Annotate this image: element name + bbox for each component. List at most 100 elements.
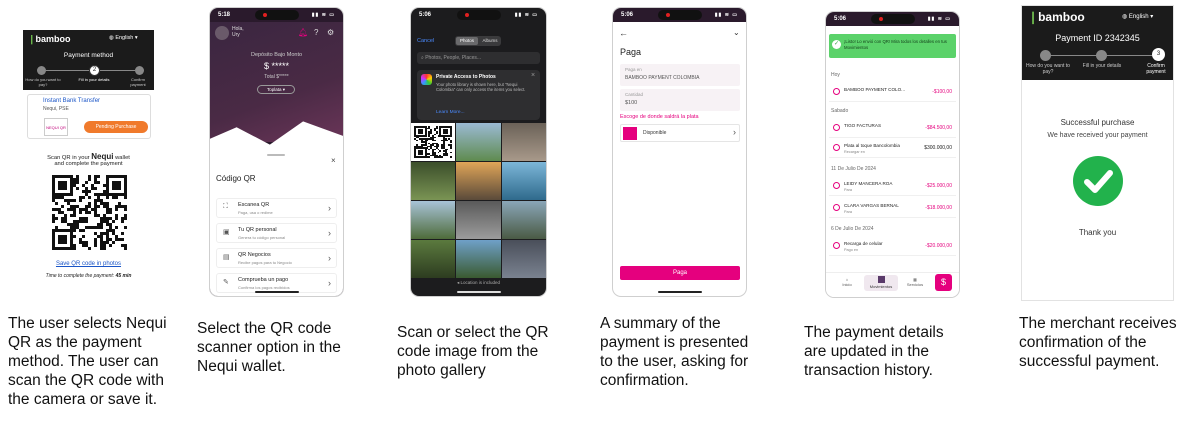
photo-thumbnail[interactable]	[501, 240, 546, 278]
pay-button[interactable]: Paga	[620, 266, 740, 280]
pending-purchase-button[interactable]: Pending Purchase	[84, 121, 148, 133]
photo-thumbnail[interactable]	[456, 123, 501, 161]
transaction-amount: -$25.000,00	[925, 183, 952, 189]
transaction-name: BAMBOO PAYMENT COLO...	[844, 87, 906, 92]
step-3-dot: 3	[1152, 48, 1165, 61]
transaction-name: Recarga de celular	[844, 241, 883, 246]
transaction-row[interactable]: CLARA VARGAS BERNAL Para -$18.000,00	[829, 200, 956, 218]
sheet-handle[interactable]	[267, 154, 285, 156]
nav-services[interactable]: ▦ Servicios	[900, 277, 930, 287]
method-subtitle: Nequi, PSE	[43, 106, 69, 112]
photo-thumbnail[interactable]	[501, 162, 546, 200]
photo-thumbnail[interactable]	[501, 123, 546, 161]
time-to-complete: Time to complete the payment: 45 min	[45, 273, 132, 279]
chevron-right-icon: ›	[328, 278, 331, 288]
nav-home[interactable]: ⌂ Inicio	[832, 277, 862, 287]
transaction-icon	[833, 88, 840, 95]
close-icon[interactable]: ×	[331, 156, 336, 165]
language-selector[interactable]: ◍ English ▾	[109, 35, 138, 41]
option-subtitle: Recibe pagos para tu Negocio	[238, 260, 292, 265]
step-2-dot	[1096, 50, 1107, 61]
transaction-icon	[833, 242, 840, 249]
avatar[interactable]	[215, 26, 229, 40]
transaction-icon	[833, 144, 840, 151]
success-check-icon	[1073, 156, 1123, 206]
home-header: Hola, Ury 🔔︎ ? ⚙ Depósito Bajo Monto $ **…	[210, 22, 343, 142]
checkout-header: ❘bamboo ◍ English ▾ Payment method	[23, 30, 154, 64]
photo-thumbnail[interactable]	[411, 240, 456, 278]
option-subtitle: Paga, usa o redime	[238, 210, 273, 215]
step-3-dot	[135, 66, 144, 75]
payment-method-card[interactable]: Instant Bank Transfer Nequi, PSE NEQUI Q…	[27, 94, 151, 139]
status-time: 5:18	[218, 12, 231, 18]
source-selector[interactable]: Disponible ›	[620, 124, 740, 142]
photo-thumbnail[interactable]	[456, 240, 501, 278]
photo-thumbnail[interactable]	[411, 201, 456, 239]
photo-grid	[411, 123, 546, 278]
photo-thumbnail[interactable]	[501, 201, 546, 239]
save-qr-link[interactable]: Save QR code in photos	[23, 261, 154, 267]
notice-close-icon[interactable]: ×	[531, 72, 535, 79]
photo-search-input[interactable]: ⌕ Photos, People, Places...	[417, 52, 540, 64]
back-arrow-icon[interactable]: ←	[619, 28, 628, 38]
success-subtitle: We have received your payment	[1047, 132, 1148, 139]
send-money-fab[interactable]: $	[935, 274, 952, 291]
amount-field: Cantidad $100	[620, 89, 740, 111]
step-1-dot	[37, 66, 46, 75]
bamboo-logo: ❘bamboo	[1028, 10, 1085, 24]
date-section-label: 6 De Julio De 2024	[831, 226, 874, 232]
photo-thumbnail[interactable]	[411, 162, 456, 200]
source-label: Escoge de donde saldrá la plata	[620, 114, 699, 120]
photos-app-icon	[421, 74, 432, 85]
cancel-button[interactable]: Cancel	[417, 38, 434, 44]
tab-photos[interactable]: Photos	[456, 37, 478, 45]
option-icon: ⛶	[223, 203, 228, 210]
help-icon[interactable]: ?	[314, 28, 318, 37]
qr-menu-option[interactable]: ✎ Comprueba un pago Confirma los pagos rec…	[216, 273, 337, 293]
option-title: Comprueba un pago	[238, 277, 289, 283]
check-icon: ✓	[832, 40, 841, 49]
language-selector[interactable]: ◍ English ▾	[1122, 13, 1153, 20]
status-time: 5:06	[834, 16, 847, 22]
transaction-sub: Para	[844, 210, 853, 214]
learn-more-link[interactable]: Learn More...	[436, 110, 465, 115]
step-2-label: Fill in your details	[78, 77, 110, 82]
settings-icon[interactable]: ⚙	[327, 28, 334, 37]
option-icon: ▣	[223, 229, 230, 236]
screen-photo-picker: 5:06 ▮▮ ≋ ▭ Cancel Photos Albums ⌕ Photos…	[411, 8, 546, 296]
tab-albums[interactable]: Albums	[479, 36, 501, 46]
qr-menu-option[interactable]: ▣ Tu QR personal Genera tu código personal…	[216, 223, 337, 243]
checkout-header: ❘bamboo ◍ English ▾ Payment ID 2342345 3…	[1022, 6, 1173, 80]
photo-thumbnail[interactable]	[456, 162, 501, 200]
nequi-qr-logo: NEQUI QR	[44, 118, 68, 136]
nav-movements[interactable]: Movimientos	[864, 275, 898, 291]
step-3-label: Confirm payment	[1146, 63, 1166, 75]
transaction-row[interactable]: TIGO FACTURAS -$84.500,00	[829, 120, 956, 138]
checkout-stepper: 2 How do you want to pay? Fill in your d…	[23, 64, 154, 90]
success-banner: ✓ ¡Listo! Lo envió con QR! Mira todos lo…	[829, 34, 956, 58]
payee-value: BAMBOO PAYMENT COLOMBIA	[625, 75, 700, 81]
option-icon: ✎	[223, 279, 229, 286]
qr-menu-option[interactable]: ⛶ Escanea QR Paga, usa o redime ›	[216, 198, 337, 218]
balance-toggle-pill[interactable]: Toplata ▾	[257, 85, 295, 94]
date-section-label: Hoy	[831, 72, 840, 78]
transaction-row[interactable]: BAMBOO PAYMENT COLO... -$100,00	[829, 84, 956, 102]
status-time: 5:06	[621, 12, 634, 18]
transaction-row[interactable]: Plata al toque Bancolombia Recargar en $30…	[829, 140, 956, 158]
page-title: Paga	[620, 47, 642, 57]
caption-step-1: The user selects Nequi QR as the payment…	[8, 315, 167, 408]
chevron-right-icon: ›	[733, 127, 736, 137]
sheet-title: Código QR	[216, 174, 256, 183]
date-section-label: Sabado	[831, 108, 849, 114]
chevron-down-icon[interactable]: ⌄	[733, 28, 740, 37]
screen-pay-summary: 5:06 ▮▮ ≋ ▭ ← ⌄ Paga Paga en BAMBOO PAYME…	[613, 8, 746, 296]
date-section-label: 11 De Julio De 2024	[831, 166, 876, 172]
bell-icon[interactable]: 🔔︎	[298, 28, 308, 37]
transaction-row[interactable]: Recarga de celular Pago en -$20.000,00	[829, 238, 956, 256]
qr-menu-option[interactable]: ▤ QR Negocios Recibe pagos para tu Negocio…	[216, 248, 337, 268]
page-title: Payment method	[63, 52, 114, 59]
transaction-icon	[833, 182, 840, 189]
photo-thumbnail[interactable]	[456, 201, 501, 239]
photo-qr-code[interactable]	[411, 123, 456, 161]
transaction-row[interactable]: LEIDY MANCERA ROA Para -$25.000,00	[829, 178, 956, 196]
